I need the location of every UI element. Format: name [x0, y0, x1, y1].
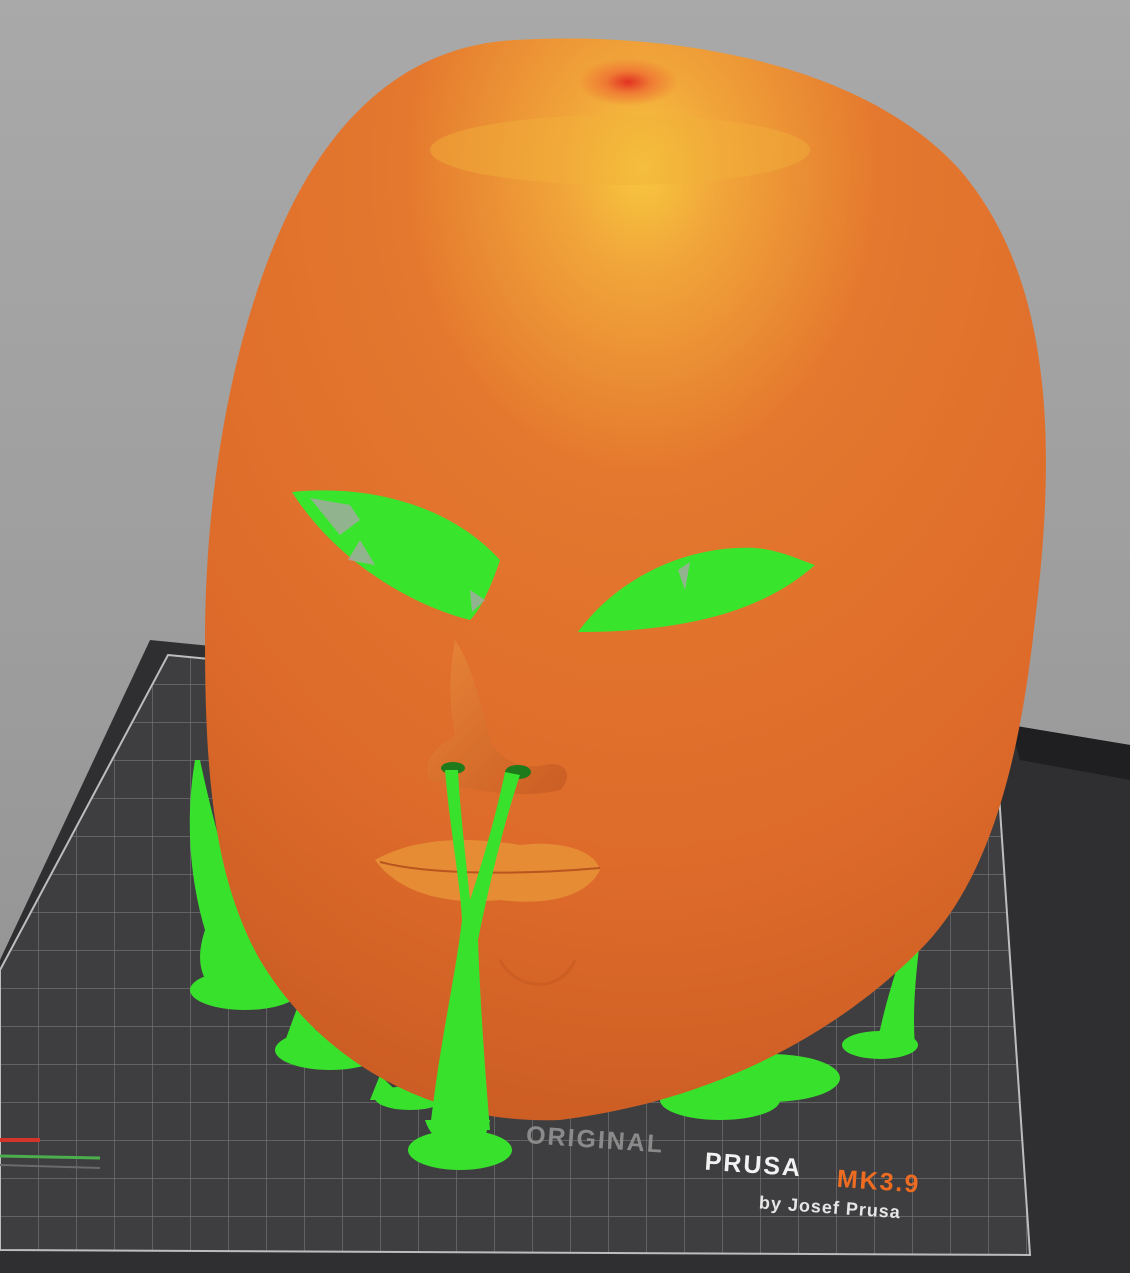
3d-preview-viewport[interactable]: ORIGINAL PRUSA MK3.9 by Josef Prusa: [0, 0, 1130, 1273]
bed-brand-model: MK3.9: [836, 1165, 921, 1199]
preview-scene[interactable]: ORIGINAL PRUSA MK3.9 by Josef Prusa: [0, 0, 1130, 1273]
